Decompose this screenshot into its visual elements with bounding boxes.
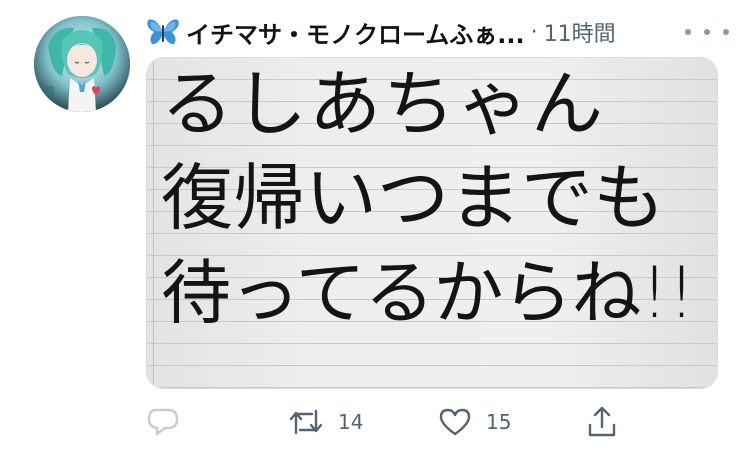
tweet-header: イチマサ・モノクロームふぁ... · 11時間	[146, 12, 616, 52]
reply-icon	[147, 408, 179, 436]
tweet-media-image[interactable]: るしあちゃん 復帰いつまでも 待ってるからね!!	[146, 57, 718, 389]
handwritten-line-3: 待ってるからね!!	[161, 252, 696, 334]
like-icon	[439, 408, 471, 436]
share-button[interactable]	[586, 400, 618, 444]
avatar[interactable]	[34, 16, 130, 112]
author-display-name[interactable]: イチマサ・モノクロームふぁ...	[186, 15, 525, 50]
handwritten-line-1: るしあちゃん	[161, 62, 606, 146]
handwritten-message: るしあちゃん 復帰いつまでも 待ってるからね!!	[161, 64, 713, 328]
header-separator: ·	[530, 19, 538, 45]
avatar-image	[34, 16, 130, 112]
like-button[interactable]: 15	[438, 400, 511, 444]
more-options-icon[interactable]	[685, 22, 729, 42]
retweet-icon	[289, 409, 323, 435]
retweet-count: 14	[338, 410, 364, 434]
butterfly-icon	[146, 17, 180, 47]
like-count: 15	[486, 410, 512, 434]
reply-button[interactable]	[146, 400, 180, 444]
share-icon	[588, 406, 616, 437]
tweet-timestamp[interactable]: 11時間	[544, 16, 616, 48]
tweet-actions: 14 15	[146, 400, 646, 444]
handwritten-line-2: 復帰いつまでも	[161, 156, 666, 240]
retweet-button[interactable]: 14	[288, 400, 363, 444]
tweet[interactable]: イチマサ・モノクロームふぁ... · 11時間 るしあちゃん 復帰いつまでも 待…	[0, 0, 750, 466]
